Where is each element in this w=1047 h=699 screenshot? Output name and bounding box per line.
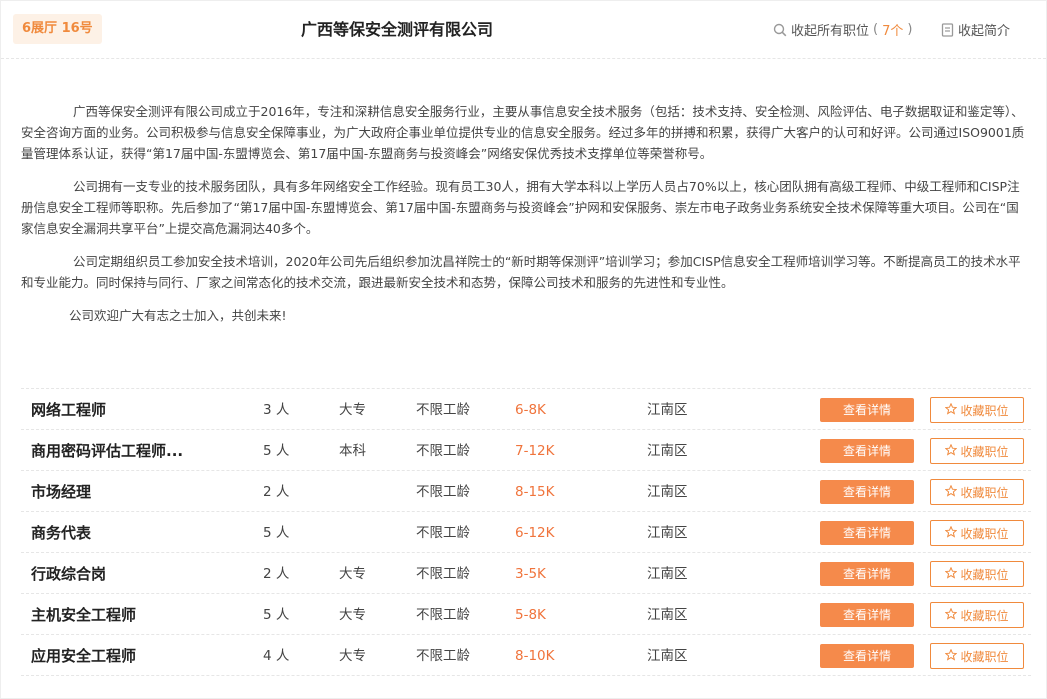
favorite-label: 收藏职位 [960, 608, 1009, 623]
job-experience: 不限工龄 [416, 607, 470, 623]
job-title[interactable]: 商用密码评估工程师... [31, 430, 206, 470]
job-title[interactable]: 应用安全工程师 [31, 635, 206, 675]
intro-paragraph: 公司定期组织员工参加安全技术培训，2020年公司先后组织参加沈昌祥院士的“新时期… [21, 254, 1021, 290]
job-count-open-paren: ( [873, 22, 879, 37]
favorite-label: 收藏职位 [960, 403, 1009, 418]
intro-paragraph: 公司欢迎广大有志之士加入，共创未来! [69, 308, 287, 323]
job-count-close-paren: ) [907, 22, 913, 37]
star-icon [945, 443, 958, 459]
job-salary: 6-8K [515, 402, 546, 418]
favorite-job-button[interactable]: 收藏职位 [930, 438, 1024, 464]
job-salary: 5-8K [515, 607, 546, 623]
favorite-label: 收藏职位 [960, 567, 1009, 582]
intro-paragraph: 公司拥有一支专业的技术服务团队，具有多年网络安全工作经验。现有员工30人，拥有大… [21, 179, 1020, 236]
star-icon [945, 566, 958, 582]
collapse-jobs-button[interactable]: 收起所有职位(7个) [773, 1, 912, 58]
job-list: 网络工程师 3 人 大专 不限工龄 6-8K 江南区 查看详情 收藏职位 商用密… [21, 388, 1031, 676]
job-location: 江南区 [647, 525, 688, 541]
job-location: 江南区 [647, 648, 688, 664]
job-headcount: 5 人 [263, 607, 290, 623]
job-title[interactable]: 商务代表 [31, 512, 206, 552]
job-row[interactable]: 市场经理 2 人 不限工龄 8-15K 江南区 查看详情 收藏职位 [21, 470, 1031, 511]
favorite-job-button[interactable]: 收藏职位 [930, 520, 1024, 546]
job-education: 大专 [339, 607, 366, 623]
job-experience: 不限工龄 [416, 402, 470, 418]
job-location: 江南区 [647, 443, 688, 459]
favorite-job-button[interactable]: 收藏职位 [930, 479, 1024, 505]
view-details-button[interactable]: 查看详情 [820, 398, 914, 422]
star-icon [945, 648, 958, 664]
job-row[interactable]: 应用安全工程师 4 人 大专 不限工龄 8-10K 江南区 查看详情 收藏职位 [21, 634, 1031, 676]
star-icon [945, 607, 958, 623]
favorite-label: 收藏职位 [960, 485, 1009, 500]
view-details-button[interactable]: 查看详情 [820, 603, 914, 627]
search-icon [773, 23, 787, 37]
job-title[interactable]: 网络工程师 [31, 389, 206, 429]
job-row[interactable]: 行政综合岗 2 人 大专 不限工龄 3-5K 江南区 查看详情 收藏职位 [21, 552, 1031, 593]
star-icon [945, 525, 958, 541]
company-header: 6展厅 16号 广西等保安全测评有限公司 收起所有职位(7个) 收起简介 [1, 1, 1046, 59]
job-education: 大专 [339, 402, 366, 418]
job-headcount: 5 人 [263, 525, 290, 541]
job-experience: 不限工龄 [416, 443, 470, 459]
job-headcount: 4 人 [263, 648, 290, 664]
intro-paragraph: 广西等保安全测评有限公司成立于2016年，专注和深耕信息安全服务行业，主要从事信… [21, 104, 1025, 161]
job-education: 大专 [339, 648, 366, 664]
booth-badge: 6展厅 16号 [13, 14, 102, 44]
job-salary: 8-15K [515, 484, 555, 500]
view-details-button[interactable]: 查看详情 [820, 521, 914, 545]
favorite-label: 收藏职位 [960, 526, 1009, 541]
star-icon [945, 484, 958, 500]
document-icon [941, 22, 954, 37]
job-education: 本科 [339, 443, 366, 459]
job-location: 江南区 [647, 402, 688, 418]
star-icon [945, 402, 958, 418]
view-details-button[interactable]: 查看详情 [820, 480, 914, 504]
view-details-button[interactable]: 查看详情 [820, 644, 914, 668]
job-education: 大专 [339, 566, 366, 582]
job-location: 江南区 [647, 607, 688, 623]
job-row[interactable]: 商用密码评估工程师... 5 人 本科 不限工龄 7-12K 江南区 查看详情 … [21, 429, 1031, 470]
job-title[interactable]: 主机安全工程师 [31, 594, 206, 634]
view-details-button[interactable]: 查看详情 [820, 439, 914, 463]
favorite-job-button[interactable]: 收藏职位 [930, 397, 1024, 423]
job-headcount: 5 人 [263, 443, 290, 459]
view-details-button[interactable]: 查看详情 [820, 562, 914, 586]
job-location: 江南区 [647, 566, 688, 582]
favorite-label: 收藏职位 [960, 444, 1009, 459]
job-experience: 不限工龄 [416, 525, 470, 541]
job-experience: 不限工龄 [416, 566, 470, 582]
job-headcount: 2 人 [263, 566, 290, 582]
job-experience: 不限工龄 [416, 648, 470, 664]
job-salary: 6-12K [515, 525, 555, 541]
job-row[interactable]: 主机安全工程师 5 人 大专 不限工龄 5-8K 江南区 查看详情 收藏职位 [21, 593, 1031, 634]
job-title[interactable]: 行政综合岗 [31, 553, 206, 593]
job-headcount: 2 人 [263, 484, 290, 500]
job-salary: 8-10K [515, 648, 555, 664]
collapse-intro-button[interactable]: 收起简介 [941, 1, 1010, 58]
favorite-job-button[interactable]: 收藏职位 [930, 561, 1024, 587]
favorite-label: 收藏职位 [960, 649, 1009, 664]
company-name: 广西等保安全测评有限公司 [301, 20, 494, 39]
company-intro: 广西等保安全测评有限公司成立于2016年，专注和深耕信息安全服务行业，主要从事信… [21, 101, 1031, 338]
favorite-job-button[interactable]: 收藏职位 [930, 602, 1024, 628]
favorite-job-button[interactable]: 收藏职位 [930, 643, 1024, 669]
job-location: 江南区 [647, 484, 688, 500]
company-card: 6展厅 16号 广西等保安全测评有限公司 收起所有职位(7个) 收起简介 广西等… [0, 0, 1047, 699]
job-salary: 3-5K [515, 566, 546, 582]
job-count: 7个 [882, 24, 904, 39]
job-row[interactable]: 网络工程师 3 人 大专 不限工龄 6-8K 江南区 查看详情 收藏职位 [21, 388, 1031, 429]
collapse-intro-label: 收起简介 [958, 24, 1011, 39]
job-experience: 不限工龄 [416, 484, 470, 500]
job-salary: 7-12K [515, 443, 555, 459]
collapse-jobs-label: 收起所有职位 [791, 24, 870, 39]
job-title[interactable]: 市场经理 [31, 471, 206, 511]
job-row[interactable]: 商务代表 5 人 不限工龄 6-12K 江南区 查看详情 收藏职位 [21, 511, 1031, 552]
job-headcount: 3 人 [263, 402, 290, 418]
